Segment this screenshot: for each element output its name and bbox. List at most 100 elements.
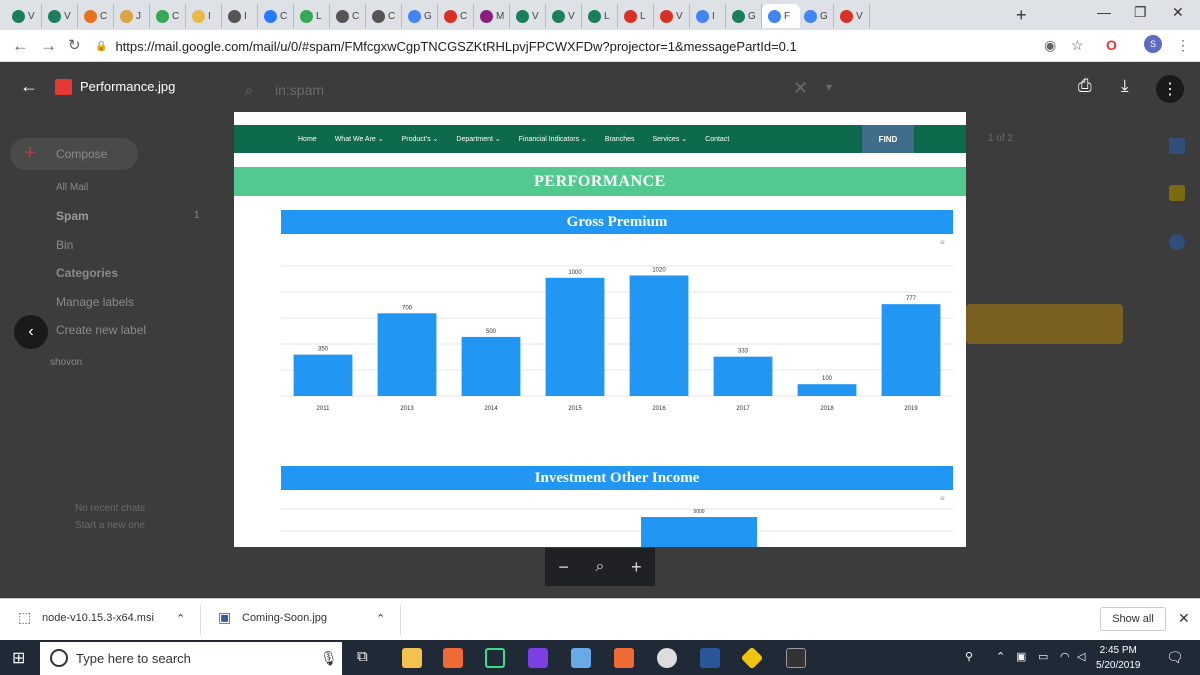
tray-chevron-icon[interactable]: ⌃ <box>996 650 1005 663</box>
people-icon[interactable]: ⚲ <box>965 650 973 663</box>
create-label-link[interactable]: Create new label <box>56 323 146 337</box>
categories-label[interactable]: Categories <box>56 266 118 280</box>
chevron-left-icon[interactable]: ‹ <box>14 315 48 349</box>
browser-tab[interactable]: G <box>402 4 438 28</box>
opera-icon[interactable]: O <box>1106 37 1117 53</box>
compose-button[interactable]: + Compose <box>10 138 138 170</box>
browser-tab[interactable]: V <box>6 4 42 28</box>
microphone-icon[interactable]: 🎙 <box>320 650 338 667</box>
bar <box>641 517 757 547</box>
calendar-icon[interactable] <box>1169 138 1185 154</box>
address-bar: ← → ↻ 🔒 https://mail.google.com/mail/u/0… <box>0 30 1200 62</box>
browser-tab[interactable]: I <box>690 4 726 28</box>
manage-labels-link[interactable]: Manage labels <box>56 295 134 309</box>
browser-tab[interactable]: F <box>762 4 800 28</box>
browser-tab[interactable]: C <box>150 4 186 28</box>
file-explorer-icon[interactable] <box>402 648 422 668</box>
bookmark-star-icon[interactable]: ☆ <box>1071 37 1084 54</box>
spam-label[interactable]: Spam <box>56 209 89 223</box>
bin-label[interactable]: Bin <box>56 238 73 252</box>
close-download-bar-icon[interactable]: ✕ <box>1178 610 1190 627</box>
browser-tab[interactable]: I <box>222 4 258 28</box>
chrome-icon[interactable] <box>657 648 677 668</box>
browser-tab[interactable]: L <box>582 4 618 28</box>
app-icon[interactable] <box>571 648 591 668</box>
zoom-icon[interactable]: ⌕ <box>596 558 605 576</box>
volume-icon[interactable]: ◁ <box>1077 650 1085 663</box>
print-icon[interactable]: ⎙ <box>1078 76 1092 96</box>
all-mail-label[interactable]: All Mail <box>56 182 88 193</box>
browser-tab[interactable]: V <box>546 4 582 28</box>
download-item-name[interactable]: Coming-Soon.jpg <box>242 612 327 624</box>
browser-tab[interactable]: I <box>186 4 222 28</box>
show-all-button[interactable]: Show all <box>1100 607 1166 631</box>
zoom-in-icon[interactable]: + <box>631 557 642 578</box>
tab-favicon-icon <box>516 9 529 23</box>
user-name[interactable]: shovon <box>50 357 82 368</box>
chevron-up-icon[interactable]: ⌃ <box>376 612 385 625</box>
url-field[interactable]: 🔒 https://mail.google.com/mail/u/0/#spam… <box>95 34 1035 58</box>
start-chat-link[interactable]: Start a new one <box>75 520 145 531</box>
chevron-up-icon[interactable]: ⌃ <box>176 612 185 625</box>
wifi-icon[interactable]: ◠ <box>1060 650 1070 663</box>
site-nav-item[interactable]: Department ⌄ <box>456 135 500 143</box>
browser-tab[interactable]: J <box>114 4 150 28</box>
browser-tab[interactable]: M <box>474 4 510 28</box>
browser-tab[interactable]: V <box>510 4 546 28</box>
site-nav-item[interactable]: Financial Indicators ⌄ <box>519 135 587 143</box>
reload-icon[interactable]: ↻ <box>68 36 81 54</box>
tab-label: L <box>604 10 610 22</box>
browser-tab[interactable]: C <box>438 4 474 28</box>
forward-icon[interactable]: → <box>40 36 57 56</box>
browser-tab[interactable]: V <box>654 4 690 28</box>
browser-tab[interactable]: G <box>798 4 834 28</box>
taskbar-search[interactable]: Type here to search 🎙 <box>40 642 342 675</box>
xampp-icon[interactable] <box>614 648 634 668</box>
task-view-icon[interactable]: ⧉ <box>357 648 368 665</box>
new-tab-button[interactable]: + <box>1016 5 1027 26</box>
viewer-more-icon[interactable]: ⋮ <box>1156 75 1184 103</box>
site-nav-item[interactable]: Services ⌄ <box>652 135 687 143</box>
browser-tab[interactable]: C <box>366 4 402 28</box>
tab-label: L <box>640 10 646 22</box>
phpstorm-icon[interactable] <box>528 648 548 668</box>
git-icon[interactable] <box>740 646 764 670</box>
android-studio-icon[interactable] <box>485 648 505 668</box>
browser-tab[interactable]: G <box>726 4 762 28</box>
terminal-icon[interactable] <box>786 648 806 668</box>
restore-icon[interactable]: ❐ <box>1134 4 1147 21</box>
windows-start-icon[interactable]: ⊞ <box>12 648 25 668</box>
word-icon[interactable] <box>700 648 720 668</box>
browser-tab[interactable]: L <box>294 4 330 28</box>
tasks-icon[interactable] <box>1169 234 1185 250</box>
browser-tab[interactable]: V <box>834 4 870 28</box>
site-nav-item[interactable]: Contact <box>705 136 729 143</box>
find-button[interactable]: FIND <box>862 125 914 153</box>
more-menu-icon[interactable]: ⋮ <box>1176 37 1190 54</box>
notification-icon[interactable]: 🗨 <box>1166 649 1184 666</box>
taskbar-clock[interactable]: 2:45 PM 5/20/2019 <box>1096 643 1141 673</box>
site-nav-item[interactable]: Home <box>298 136 317 143</box>
download-icon[interactable]: ⤓ <box>1121 76 1129 96</box>
keep-icon[interactable] <box>1169 185 1185 201</box>
browser-tab[interactable]: C <box>78 4 114 28</box>
battery-icon[interactable]: ▭ <box>1038 650 1048 663</box>
browser-tab[interactable]: V <box>42 4 78 28</box>
minimize-icon[interactable]: — <box>1097 4 1111 20</box>
site-nav-item[interactable]: What We Are ⌄ <box>335 135 384 143</box>
profile-avatar[interactable]: S <box>1144 35 1162 53</box>
back-icon[interactable]: ← <box>12 36 29 56</box>
viewer-back-icon[interactable]: ← <box>20 76 38 97</box>
zoom-out-icon[interactable]: − <box>558 557 569 578</box>
tray-app-icon[interactable]: ▣ <box>1016 650 1026 663</box>
close-window-icon[interactable]: ✕ <box>1172 4 1184 21</box>
tab-label: F <box>784 10 791 22</box>
browser-tab[interactable]: L <box>618 4 654 28</box>
site-nav-item[interactable]: Product's ⌄ <box>402 135 439 143</box>
xampp-icon[interactable] <box>443 648 463 668</box>
download-item-name[interactable]: node-v10.15.3-x64.msi <box>42 612 154 624</box>
site-nav-item[interactable]: Branches <box>605 136 635 143</box>
browser-tab[interactable]: C <box>330 4 366 28</box>
eye-icon[interactable]: ◉ <box>1044 37 1056 54</box>
browser-tab[interactable]: C <box>258 4 294 28</box>
